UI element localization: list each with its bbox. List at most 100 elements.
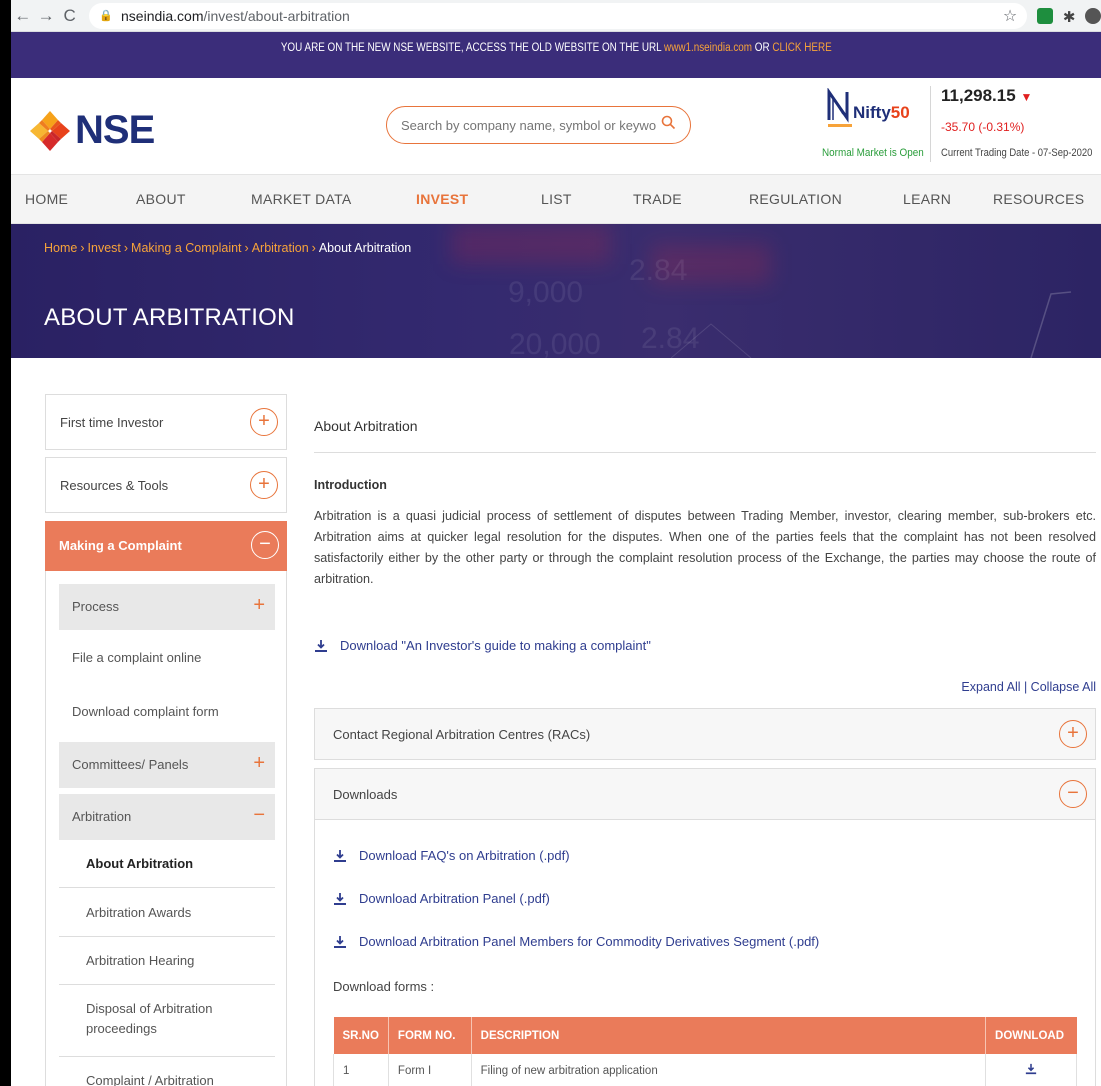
cell-formno: Form I [388, 1054, 472, 1086]
col-header-formno: FORM NO. [388, 1017, 472, 1054]
url-path: /invest/about-arbitration [203, 7, 350, 24]
forms-table: SR.NO FORM NO. DESCRIPTION DOWNLOAD 1 Fo… [333, 1017, 1077, 1086]
cell-download[interactable] [985, 1054, 1077, 1086]
expand-collapse-all[interactable]: Expand All | Collapse All [961, 680, 1096, 694]
sidebar-item-making-complaint[interactable]: Making a Complaint − [45, 521, 287, 571]
commodity-panel-download-link[interactable]: Download Arbitration Panel Members for C… [333, 934, 819, 949]
forward-arrow-icon[interactable]: → [34, 6, 57, 26]
trading-date: Current Trading Date - 07-Sep-2020 [941, 147, 1093, 159]
panel-download-link[interactable]: Download Arbitration Panel (.pdf) [333, 891, 550, 906]
table-header-row: SR.NO FORM NO. DESCRIPTION DOWNLOAD [333, 1017, 1077, 1054]
nav-about[interactable]: ABOUT [136, 191, 186, 207]
nifty-name: Nifty50 [853, 103, 910, 122]
nav-list[interactable]: LIST [541, 191, 572, 207]
extension-icon[interactable] [1037, 7, 1053, 24]
sidebar-item-file-online[interactable]: File a complaint online [59, 635, 275, 681]
index-value-wrap: 11,298.15 ▼ [941, 86, 1032, 106]
search-icon[interactable] [661, 115, 676, 135]
sidebar-item-first-time-investor[interactable]: First time Investor + [45, 394, 287, 450]
sidebar-item-about-arbitration[interactable]: About Arbitration [59, 840, 275, 888]
nav-learn[interactable]: LEARN [903, 191, 951, 207]
accordion-downloads[interactable]: Downloads − [314, 768, 1096, 820]
col-header-srno: SR.NO [333, 1017, 389, 1054]
nifty50-logo[interactable]: Nifty50 [826, 88, 931, 138]
sidebar-item-arbitration-awards[interactable]: Arbitration Awards [59, 888, 275, 937]
profile-avatar[interactable] [1085, 7, 1101, 24]
market-status: Normal Market is Open [822, 147, 924, 159]
sidebar-item-label: Making a Complaint [59, 538, 182, 553]
collapse-minus-icon[interactable]: − [253, 804, 265, 827]
back-arrow-icon[interactable]: ← [11, 6, 34, 26]
sidebar-item-arbitration-hearing[interactable]: Arbitration Hearing [59, 937, 275, 985]
intro-heading: Introduction [314, 478, 387, 492]
col-header-description: DESCRIPTION [471, 1017, 987, 1054]
notice-text: YOU ARE ON THE NEW NSE WEBSITE, ACCESS T… [280, 42, 664, 54]
address-bar[interactable]: 🔒 nseindia.com/invest/about-arbitration … [89, 2, 1028, 29]
section-divider [314, 452, 1096, 453]
expand-plus-icon[interactable]: + [253, 752, 265, 775]
page-banner: 9,000 2.84 20,000 2.84 Home › Invest › Makin… [11, 224, 1101, 358]
sidebar-item-download-form[interactable]: Download complaint form [59, 689, 275, 735]
nse-logo-icon [30, 110, 70, 151]
browser-toolbar: ← → C 🔒 nseindia.com/invest/about-arbitr… [11, 0, 1101, 32]
downloads-panel: Download FAQ's on Arbitration (.pdf) Dow… [314, 820, 1096, 1086]
download-icon [334, 892, 346, 905]
accordion-label: Contact Regional Arbitration Centres (RA… [333, 727, 591, 742]
sidebar-submenu: Process + File a complaint online Downlo… [45, 571, 287, 1086]
section-title: About Arbitration [314, 418, 418, 434]
old-site-link[interactable]: www1.nseindia.com [664, 42, 752, 54]
nav-regulation[interactable]: REGULATION [749, 191, 842, 207]
nav-trade[interactable]: TRADE [633, 191, 682, 207]
expand-plus-icon[interactable]: + [1059, 720, 1087, 748]
sidebar-item-arbitration[interactable]: Arbitration − [59, 794, 275, 840]
accordion-label: Downloads [333, 787, 398, 802]
site-header: NSE Nifty50 Normal Market is Open 11,298… [11, 78, 1101, 174]
expand-plus-icon[interactable]: + [250, 471, 278, 499]
breadcrumb-arbitration[interactable]: Arbitration [252, 241, 309, 255]
nav-invest[interactable]: INVEST [416, 191, 468, 207]
expand-plus-icon[interactable]: + [253, 594, 265, 617]
breadcrumb-making-complaint[interactable]: Making a Complaint [131, 241, 241, 255]
investor-guide-download-link[interactable]: Download "An Investor's guide to making … [314, 638, 651, 653]
banner-decoration [451, 224, 611, 264]
sidebar-item-disposal[interactable]: Disposal of Arbitration proceedings [59, 985, 275, 1057]
banner-bg-number: 9,000 [508, 276, 584, 309]
download-icon[interactable] [1025, 1063, 1037, 1075]
puzzle-icon[interactable]: ✱ [1063, 8, 1076, 26]
download-forms-label: Download forms : [333, 979, 435, 994]
download-icon [315, 639, 327, 652]
sidebar-item-complaint-arbitration[interactable]: Complaint / Arbitration [59, 1057, 275, 1086]
breadcrumb-home[interactable]: Home [44, 241, 77, 255]
collapse-minus-icon[interactable]: − [251, 531, 279, 559]
nifty-underline [828, 124, 852, 127]
new-website-notice: YOU ARE ON THE NEW NSE WEBSITE, ACCESS T… [11, 32, 1101, 78]
bookmark-star-icon[interactable]: ☆ [1003, 6, 1017, 26]
collapse-minus-icon[interactable]: − [1059, 780, 1087, 808]
breadcrumb-invest[interactable]: Invest [88, 241, 121, 255]
sidebar-item-committees[interactable]: Committees/ Panels + [59, 742, 275, 788]
down-arrow-icon: ▼ [1020, 90, 1033, 104]
breadcrumb: Home › Invest › Making a Complaint › Arbitrati… [44, 241, 412, 255]
window-frame-edge [0, 0, 11, 1086]
reload-icon[interactable]: C [58, 6, 81, 26]
nav-home[interactable]: HOME [25, 191, 68, 207]
sidebar-item-process[interactable]: Process + [59, 584, 275, 630]
nse-logo[interactable]: NSE [28, 108, 155, 153]
breadcrumb-current: About Arbitration [318, 241, 412, 255]
banner-chart-lines [671, 291, 1072, 358]
nav-resources[interactable]: RESOURCES [993, 191, 1084, 207]
col-header-download: DOWNLOAD [985, 1017, 1077, 1054]
index-change: -35.70 (-0.31%) [941, 120, 1025, 134]
search-box[interactable] [386, 106, 691, 144]
logo-text: NSE [75, 108, 155, 152]
expand-plus-icon[interactable]: + [250, 408, 278, 436]
notice-or: OR [751, 42, 773, 54]
faq-download-link[interactable]: Download FAQ's on Arbitration (.pdf) [333, 848, 570, 863]
click-here-link[interactable]: CLICK HERE [772, 42, 831, 54]
accordion-rac[interactable]: Contact Regional Arbitration Centres (RA… [314, 708, 1096, 760]
nav-market-data[interactable]: MARKET DATA [251, 191, 352, 207]
sidebar-item-resources-tools[interactable]: Resources & Tools + [45, 457, 287, 513]
index-value: 11,298.15 [941, 86, 1016, 105]
search-input[interactable] [401, 117, 656, 133]
intro-paragraph: Arbitration is a quasi judicial process … [314, 509, 1096, 586]
